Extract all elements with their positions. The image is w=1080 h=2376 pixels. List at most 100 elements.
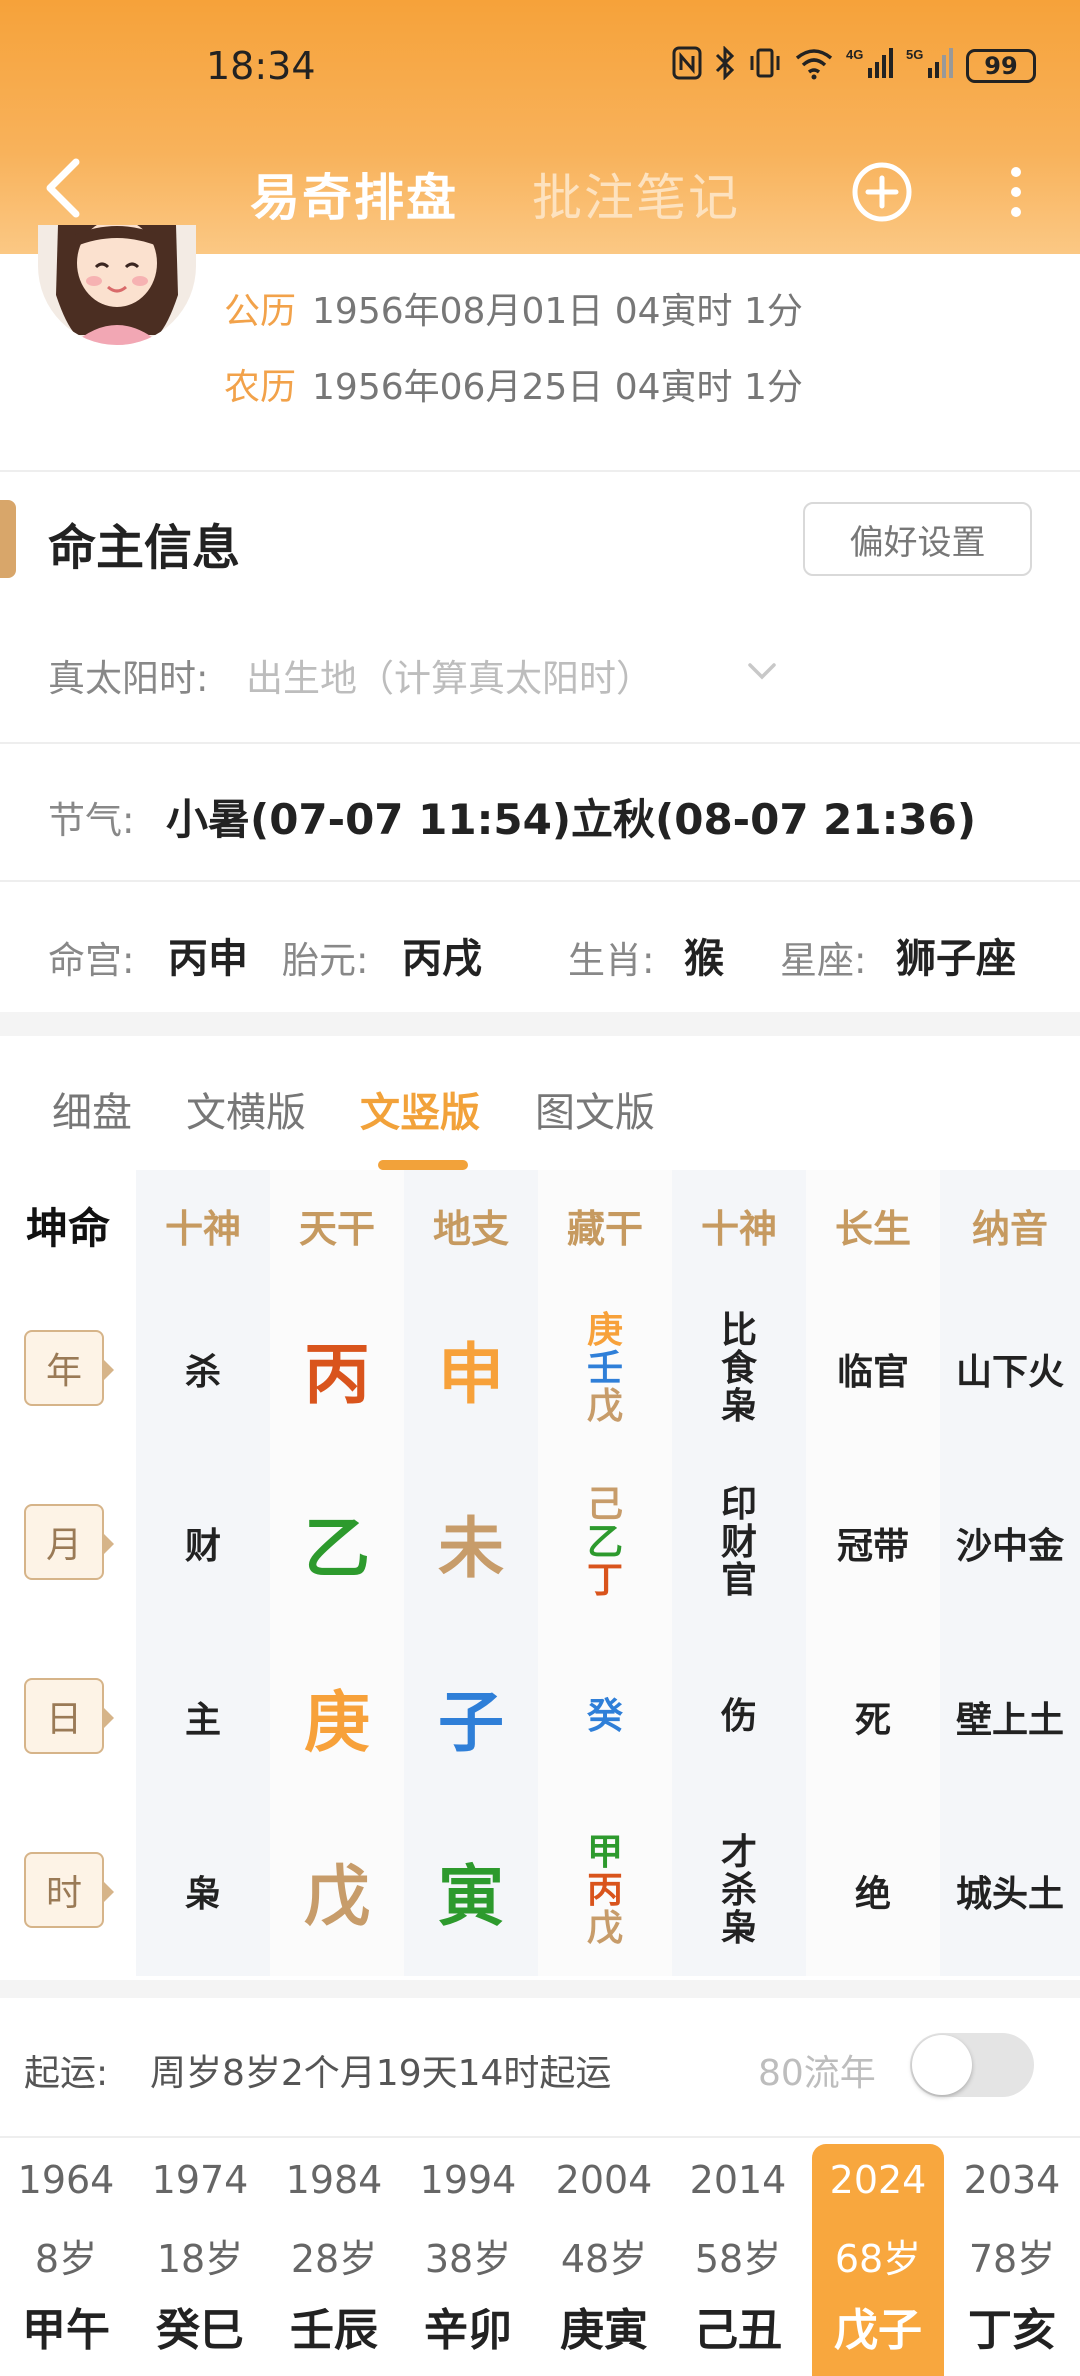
dayun-age: 78岁 [968, 2237, 1056, 2281]
hidden-god: 比 [720, 1310, 757, 1352]
tab-tuwenban[interactable]: 图文版 [535, 1080, 655, 1138]
divider [0, 2136, 1080, 2138]
divider [0, 742, 1080, 744]
vibrate-icon [748, 46, 782, 87]
toggle-knob [912, 2035, 972, 2095]
dayun-ganzhi: 戊子 [834, 2305, 922, 2356]
tab-xipan[interactable]: 细盘 [52, 1080, 132, 1138]
solar-label: 公历 [224, 291, 297, 332]
hidden-stem: 乙 [586, 1522, 623, 1564]
dayun-item[interactable]: 2004 48岁 庚寅 [538, 2144, 670, 2376]
day-canggan: 癸 [538, 1632, 672, 1802]
hidden-stem: 壬 [586, 1348, 623, 1390]
preference-settings-button[interactable]: 偏好设置 [803, 502, 1032, 576]
day-dizhi: 子 [438, 1684, 504, 1761]
header-tiangan: 天干 [298, 1206, 375, 1251]
hidden-god: 杀 [720, 1870, 757, 1912]
tab-annotation-notes[interactable]: 批注笔记 [532, 158, 740, 230]
divider [0, 470, 1080, 472]
dayun-ganzhi: 甲午 [22, 2305, 110, 2356]
hour-nayin: 城头土 [955, 1874, 1064, 1915]
header-nayin: 纳音 [971, 1206, 1048, 1251]
dayun-ganzhi: 己丑 [694, 2305, 782, 2356]
dayun-age: 48岁 [560, 2237, 648, 2281]
year-changsheng: 临官 [836, 1352, 909, 1393]
hidden-stem: 戊 [586, 1907, 623, 1949]
header-shishen-2: 十神 [700, 1206, 777, 1251]
hidden-god: 枭 [720, 1907, 757, 1949]
dayun-year: 2034 [963, 2158, 1061, 2202]
solar-date-value: 1956年08月01日 04寅时 1分 [312, 291, 803, 332]
dayun-item[interactable]: 1994 38岁 辛卯 [402, 2144, 534, 2376]
wifi-icon [794, 46, 834, 87]
tab-yiqi-paipan[interactable]: 易奇排盘 [250, 158, 458, 230]
year-nayin: 山下火 [955, 1352, 1064, 1393]
year-canggan: 庚 壬 戊 [538, 1284, 672, 1454]
solar-date-row: 公历 1956年08月01日 04寅时 1分 [224, 282, 803, 334]
section-gap [0, 1012, 1080, 1036]
dayun-item-active[interactable]: 2024 68岁 戊子 [812, 2144, 944, 2376]
dayun-item[interactable]: 2014 58岁 己丑 [672, 2144, 804, 2376]
hidden-stem: 癸 [586, 1696, 623, 1738]
hour-shishen: 枭 [184, 1874, 221, 1915]
hidden-god: 伤 [720, 1696, 757, 1738]
more-icon[interactable] [998, 160, 1034, 224]
tab-wen-shuban[interactable]: 文竖版 [360, 1080, 480, 1138]
hour-dizhi: 寅 [438, 1858, 504, 1935]
header-canggan: 藏干 [566, 1206, 643, 1251]
add-icon[interactable] [850, 160, 914, 224]
hidden-stem: 甲 [586, 1832, 623, 1874]
birthplace-picker[interactable]: 出生地（计算真太阳时） [246, 648, 653, 702]
month-changsheng: 冠带 [836, 1526, 909, 1567]
divider [0, 880, 1080, 882]
pillar-day-tag[interactable]: 日 [24, 1678, 114, 1754]
dayun-item[interactable]: 1974 18岁 癸巳 [134, 2144, 266, 2376]
dayun-item[interactable]: 1984 28岁 壬辰 [268, 2144, 400, 2376]
app-header: 18:34 4G 5G 99 易奇排盘 批注笔记 [0, 0, 1080, 254]
qiyun-label: 起运: [24, 2053, 109, 2094]
pillar-hour-tag[interactable]: 时 [24, 1852, 114, 1928]
nfc-icon [672, 46, 702, 87]
lunar-label: 农历 [224, 367, 297, 408]
day-tiangan: 庚 [304, 1684, 370, 1761]
bluetooth-icon [714, 44, 736, 87]
dayun-year: 1994 [419, 2158, 517, 2202]
avatar[interactable] [38, 225, 196, 345]
signal-4g-icon: 4G [846, 46, 894, 87]
header-dizhi: 地支 [432, 1206, 509, 1251]
dayun-year: 2024 [829, 2158, 927, 2202]
dayun-age: 18岁 [156, 2237, 244, 2281]
dayun-item[interactable]: 1964 8岁 甲午 [0, 2144, 132, 2376]
dayun-age: 28岁 [290, 2237, 378, 2281]
pillar-year-tag[interactable]: 年 [24, 1330, 114, 1406]
tab-wen-hengban[interactable]: 文横版 [186, 1080, 306, 1138]
section-gap [0, 1980, 1080, 1998]
pillar-month-tag[interactable]: 月 [24, 1504, 114, 1580]
battery-icon: 99 [966, 49, 1036, 83]
day-shishen: 主 [184, 1700, 221, 1741]
month-dizhi: 未 [438, 1510, 504, 1587]
hidden-stem: 戊 [586, 1385, 623, 1427]
back-icon[interactable] [36, 148, 96, 228]
hidden-god: 印 [720, 1484, 757, 1526]
dayun-ganzhi: 癸巳 [156, 2305, 244, 2356]
liunian-toggle[interactable] [910, 2033, 1034, 2097]
xingzuo-label: 星座: [780, 939, 867, 982]
jieqi-value: 小暑(07-07 11:54)立秋(08-07 21:36) [166, 795, 977, 844]
hour-changsheng: 绝 [854, 1874, 891, 1915]
month-nayin: 沙中金 [955, 1526, 1064, 1567]
year-tiangan: 丙 [304, 1336, 370, 1413]
header-shishen: 十神 [164, 1206, 241, 1251]
section-title: 命主信息 [48, 520, 241, 576]
month-tiangan: 乙 [304, 1510, 370, 1587]
svg-text:4G: 4G [846, 47, 863, 62]
chevron-down-icon[interactable] [744, 656, 780, 690]
year-hidden-gods: 比 食 枭 [672, 1284, 806, 1454]
minggong-label: 命宫: [48, 939, 135, 982]
dayun-item[interactable]: 2034 78岁 丁亥 [946, 2144, 1078, 2376]
dayun-year: 2004 [555, 2158, 653, 2202]
status-icons: 4G 5G 99 [672, 44, 1036, 87]
dayun-age: 58岁 [694, 2237, 782, 2281]
month-hidden-gods: 印 财 官 [672, 1458, 806, 1628]
lunar-date-row: 农历 1956年06月25日 04寅时 1分 [224, 358, 803, 410]
